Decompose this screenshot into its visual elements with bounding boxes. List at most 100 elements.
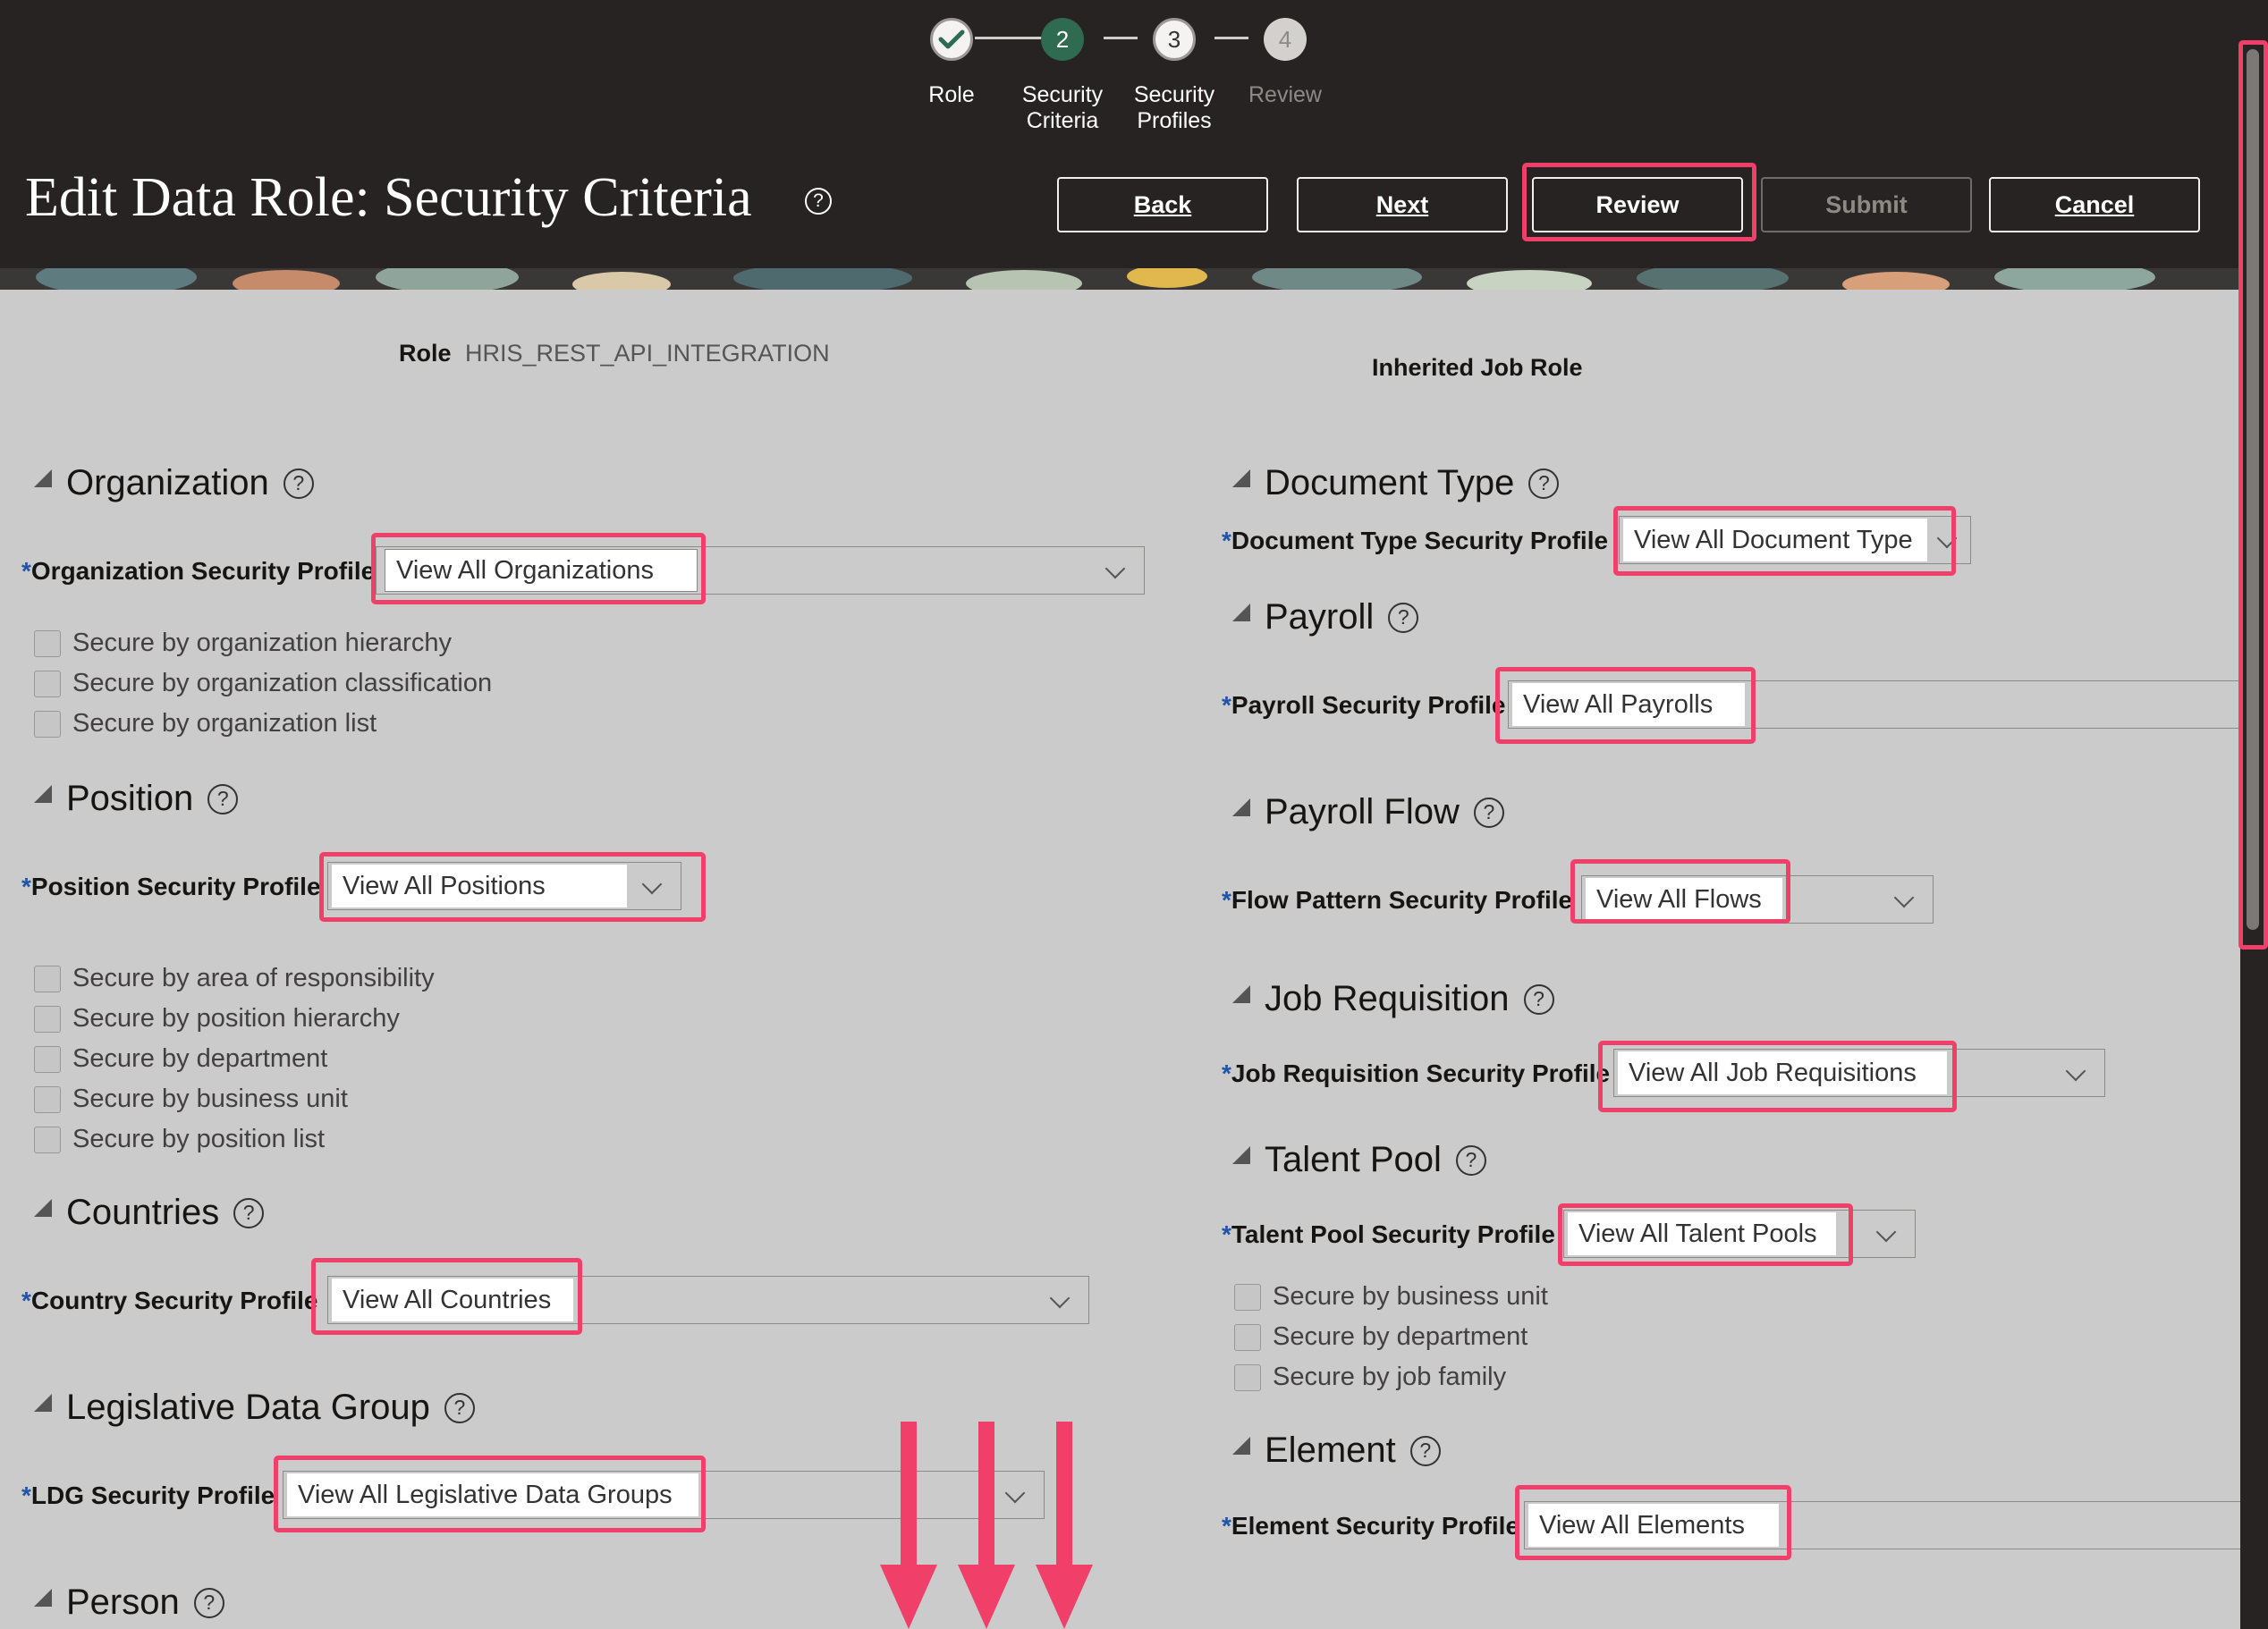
required-marker: *: [1222, 527, 1231, 554]
chevron-down-icon: [1893, 887, 1915, 908]
section-job-requisition[interactable]: Job Requisition ?: [1232, 979, 1554, 1019]
help-icon[interactable]: ?: [444, 1392, 475, 1423]
train-step-role[interactable]: [930, 18, 973, 61]
section-title: Job Requisition: [1265, 979, 1510, 1018]
train-step-label: Security Criteria: [1021, 82, 1104, 133]
help-icon[interactable]: ?: [1409, 1435, 1441, 1466]
page-header: 2 3 4 Role Security Criteria Security Pr…: [0, 0, 2268, 268]
section-organization[interactable]: Organization ?: [34, 463, 314, 503]
train-step-security-criteria[interactable]: 2: [1041, 18, 1084, 61]
required-marker: *: [1222, 691, 1231, 719]
back-button[interactable]: Back: [1057, 177, 1268, 232]
train-step-label: Security Profiles: [1133, 82, 1215, 133]
decorative-banner: [0, 268, 2268, 290]
field-label-text: Country Security Profile: [30, 1287, 318, 1314]
checkbox-row[interactable]: Secure by position hierarchy: [34, 1004, 400, 1034]
field-label-text: Job Requisition Security Profile: [1231, 1059, 1611, 1087]
next-button[interactable]: Next: [1297, 177, 1508, 232]
checkbox[interactable]: [34, 1005, 61, 1033]
collapse-triangle-icon: [1232, 468, 1250, 487]
help-icon[interactable]: ?: [283, 468, 314, 499]
section-title: Payroll Flow: [1265, 792, 1460, 831]
checkbox[interactable]: [34, 710, 61, 738]
checkbox[interactable]: [34, 965, 61, 992]
help-icon[interactable]: ?: [1473, 797, 1504, 828]
help-icon[interactable]: ?: [1528, 468, 1560, 499]
help-glyph: ?: [216, 787, 229, 810]
section-legislative-data-group[interactable]: Legislative Data Group ?: [34, 1388, 475, 1428]
help-icon[interactable]: ?: [193, 1587, 224, 1618]
help-icon[interactable]: ?: [1455, 1144, 1486, 1176]
checkbox[interactable]: [1234, 1363, 1261, 1391]
step-number: 2: [1055, 25, 1070, 53]
checkbox-row[interactable]: Secure by area of responsibility: [34, 964, 435, 993]
collapse-triangle-icon: [1232, 1145, 1250, 1164]
help-icon[interactable]: ?: [1523, 983, 1554, 1015]
chevron-down-icon: [1875, 1221, 1897, 1243]
field-label: *Document Type Security Profile: [1222, 527, 1608, 555]
help-icon[interactable]: ?: [1388, 602, 1419, 633]
checkbox-row[interactable]: Secure by business unit: [34, 1085, 348, 1114]
checkbox-label: Secure by business unit: [72, 1085, 348, 1113]
section-countries[interactable]: Countries ?: [34, 1193, 265, 1233]
field-label: *Position Security Profile: [21, 873, 321, 901]
section-title: Document Type: [1265, 463, 1515, 502]
annotation-highlight: [371, 533, 706, 604]
checkbox-label: Secure by organization hierarchy: [72, 629, 452, 657]
field-label: *Element Security Profile: [1222, 1512, 1519, 1540]
cancel-button[interactable]: Cancel: [1989, 177, 2200, 232]
section-title: Countries: [66, 1193, 220, 1232]
field-label: *Talent Pool Security Profile: [1222, 1220, 1555, 1249]
chevron-down-icon: [1104, 558, 1126, 579]
train-step-security-profiles[interactable]: 3: [1153, 18, 1196, 61]
section-document-type[interactable]: Document Type ?: [1232, 463, 1560, 503]
checkbox-label: Secure by organization classification: [72, 669, 493, 697]
checkbox[interactable]: [34, 629, 61, 657]
checkbox[interactable]: [1234, 1323, 1261, 1351]
field-label: *Flow Pattern Security Profile: [1222, 886, 1572, 915]
section-title: Element: [1265, 1431, 1396, 1470]
help-icon[interactable]: ?: [233, 1197, 265, 1228]
checkbox[interactable]: [34, 1045, 61, 1073]
annotation-highlight: [1515, 1485, 1791, 1560]
field-label-text: Flow Pattern Security Profile: [1231, 886, 1573, 914]
field-label-text: Document Type Security Profile: [1231, 527, 1609, 554]
chevron-down-icon: [1049, 1287, 1071, 1309]
checkbox-row[interactable]: Secure by department: [1234, 1322, 1528, 1352]
annotation-highlight: [319, 852, 706, 922]
checkbox-row[interactable]: Secure by business unit: [1234, 1282, 1548, 1312]
section-element[interactable]: Element ?: [1232, 1431, 1441, 1471]
checkbox-row[interactable]: Secure by organization classification: [34, 669, 492, 698]
field-label-text: Position Security Profile: [30, 873, 321, 900]
checkbox[interactable]: [34, 1126, 61, 1153]
required-marker: *: [1222, 1512, 1231, 1540]
field-label: *Payroll Security Profile: [1222, 691, 1505, 720]
checkbox[interactable]: [1234, 1283, 1261, 1311]
checkbox-row[interactable]: Secure by department: [34, 1044, 327, 1074]
section-person[interactable]: Person ?: [34, 1583, 224, 1623]
help-icon[interactable]: ?: [207, 783, 239, 814]
annotation-highlight: [2238, 40, 2268, 950]
section-payroll[interactable]: Payroll ?: [1232, 597, 1419, 637]
checkbox-row[interactable]: Secure by position list: [34, 1125, 325, 1154]
section-title: Person: [66, 1583, 180, 1622]
section-position[interactable]: Position ?: [34, 779, 239, 819]
help-glyph: ?: [1538, 471, 1550, 494]
help-glyph: ?: [453, 1396, 466, 1419]
collapse-triangle-icon: [34, 468, 52, 487]
checkbox-row[interactable]: Secure by organization hierarchy: [34, 629, 452, 658]
section-payroll-flow[interactable]: Payroll Flow ?: [1232, 792, 1504, 832]
checkbox[interactable]: [34, 670, 61, 697]
required-marker: *: [21, 557, 31, 585]
required-marker: *: [1222, 1059, 1231, 1087]
train-connector: [1214, 37, 1248, 39]
checkbox[interactable]: [34, 1085, 61, 1113]
help-icon[interactable]: ?: [805, 188, 832, 215]
help-glyph: ?: [1397, 605, 1409, 629]
required-marker: *: [21, 873, 31, 900]
section-talent-pool[interactable]: Talent Pool ?: [1232, 1140, 1486, 1180]
checkbox-row[interactable]: Secure by organization list: [34, 709, 377, 739]
checkbox-label: Secure by area of responsibility: [72, 964, 435, 992]
checkbox-row[interactable]: Secure by job family: [1234, 1363, 1506, 1392]
train-step-label: Review: [1248, 82, 1322, 107]
